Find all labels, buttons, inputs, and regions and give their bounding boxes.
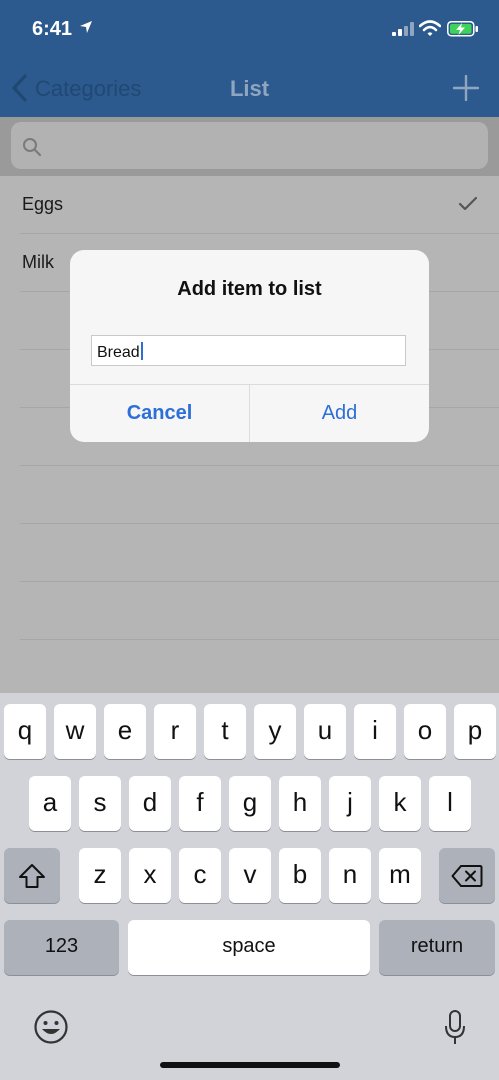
shift-arrow-icon xyxy=(19,864,45,888)
key-h[interactable]: h xyxy=(279,776,321,831)
cellular-signal-icon xyxy=(392,22,414,36)
add-button[interactable]: Add xyxy=(250,384,429,442)
return-key[interactable]: return xyxy=(379,920,495,975)
key-a[interactable]: a xyxy=(29,776,71,831)
cancel-button[interactable]: Cancel xyxy=(70,384,249,442)
key-j[interactable]: j xyxy=(329,776,371,831)
list-item-label: Eggs xyxy=(22,194,64,214)
key-d[interactable]: d xyxy=(129,776,171,831)
key-r[interactable]: r xyxy=(154,704,196,759)
key-t[interactable]: t xyxy=(204,704,246,759)
key-v[interactable]: v xyxy=(229,848,271,903)
key-m[interactable]: m xyxy=(379,848,421,903)
delete-key[interactable] xyxy=(439,848,495,903)
backspace-icon xyxy=(451,865,483,887)
key-k[interactable]: k xyxy=(379,776,421,831)
key-u[interactable]: u xyxy=(304,704,346,759)
text-cursor xyxy=(140,342,143,360)
key-y[interactable]: y xyxy=(254,704,296,759)
empty-row xyxy=(0,466,499,524)
key-n[interactable]: n xyxy=(329,848,371,903)
key-x[interactable]: x xyxy=(129,848,171,903)
key-i[interactable]: i xyxy=(354,704,396,759)
key-z[interactable]: z xyxy=(79,848,121,903)
key-l[interactable]: l xyxy=(429,776,471,831)
home-indicator[interactable] xyxy=(160,1062,340,1068)
item-name-input[interactable]: Bread xyxy=(91,335,406,366)
key-o[interactable]: o xyxy=(404,704,446,759)
checkmark-icon xyxy=(458,196,478,211)
space-key[interactable]: space xyxy=(128,920,370,975)
key-e[interactable]: e xyxy=(104,704,146,759)
key-w[interactable]: w xyxy=(54,704,96,759)
list-item-label: Milk xyxy=(22,252,54,272)
key-f[interactable]: f xyxy=(179,776,221,831)
key-b[interactable]: b xyxy=(279,848,321,903)
dialog-title: Add item to list xyxy=(177,278,322,300)
search-input[interactable] xyxy=(11,122,488,169)
numbers-key[interactable]: 123 xyxy=(4,920,119,975)
location-arrow-icon xyxy=(80,21,92,33)
add-item-dialog: Add item to list Bread Cancel Add xyxy=(70,250,429,442)
add-icon[interactable] xyxy=(453,75,479,101)
key-s[interactable]: s xyxy=(79,776,121,831)
empty-row xyxy=(0,524,499,582)
item-name-value: Bread xyxy=(97,344,140,361)
keyboard: q w e r t y u i o p a s d f g h j k l z … xyxy=(0,693,499,1080)
wifi-icon xyxy=(419,20,441,36)
search-icon xyxy=(23,138,42,157)
key-q[interactable]: q xyxy=(4,704,46,759)
key-c[interactable]: c xyxy=(179,848,221,903)
empty-row xyxy=(0,582,499,640)
key-p[interactable]: p xyxy=(454,704,496,759)
status-time: 6:41 xyxy=(32,18,73,40)
battery-charging-icon xyxy=(447,21,478,37)
microphone-icon[interactable] xyxy=(444,1009,466,1047)
page-title: List xyxy=(229,76,270,101)
key-g[interactable]: g xyxy=(229,776,271,831)
emoji-icon[interactable] xyxy=(33,1009,69,1045)
list-item[interactable]: Eggs xyxy=(0,176,499,234)
shift-key[interactable] xyxy=(4,848,60,903)
